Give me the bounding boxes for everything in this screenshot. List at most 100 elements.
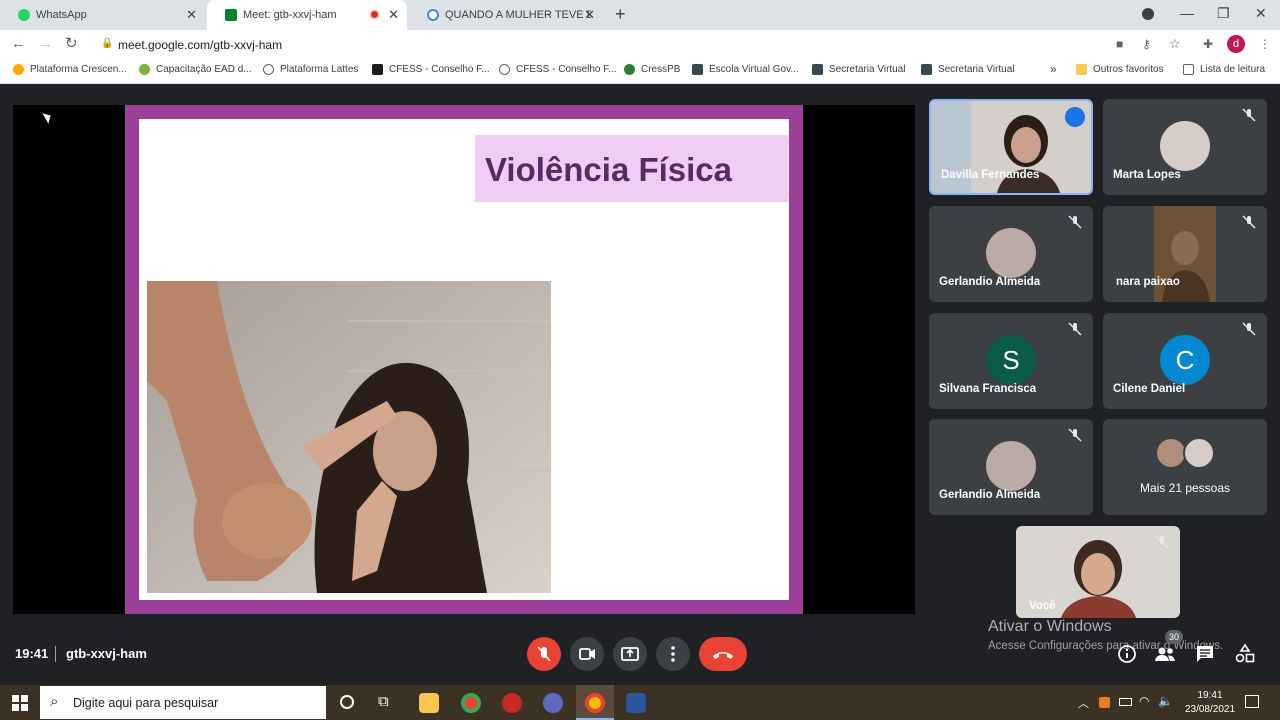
tray-clock[interactable]: 19:41 23/08/2021: [1180, 689, 1240, 717]
participant-tile[interactable]: Marta Lopes: [1103, 99, 1267, 195]
bookmark-item[interactable]: Secretaria Virtual: [812, 64, 906, 75]
more-participants-tile[interactable]: Mais 21 pessoas: [1103, 419, 1267, 515]
bookmark-item[interactable]: Escola Virtual Gov...: [692, 64, 799, 75]
presentation-stage: Violência Física: [13, 105, 915, 614]
bookmark-item[interactable]: Plataforma Lattes: [263, 64, 358, 75]
tray-chevron-icon[interactable]: ︿: [1078, 695, 1089, 711]
forward-icon[interactable]: →: [38, 35, 53, 53]
more-vertical-icon: [671, 646, 675, 662]
search-icon: ⌕: [50, 693, 59, 710]
bookmark-icon: [13, 64, 24, 75]
activities-icon[interactable]: [1233, 642, 1257, 666]
minimize-button[interactable]: —: [1180, 5, 1194, 21]
slide-photo: [147, 281, 551, 593]
bookmark-item[interactable]: CFESS - Conselho F...: [372, 64, 490, 75]
chrome-icon[interactable]: [461, 693, 481, 713]
folder-icon: [1076, 64, 1087, 75]
participant-name: Davilla Fernandes: [941, 169, 1040, 181]
present-screen-icon: [621, 647, 639, 661]
battery-icon[interactable]: [1119, 698, 1132, 706]
chrome-icon[interactable]: [585, 693, 605, 713]
mic-off-icon: [1242, 215, 1256, 229]
bookmarks-bar: Plataforma Crescen... Capacitação EAD d.…: [0, 58, 1280, 84]
back-icon[interactable]: ←: [11, 35, 26, 53]
participant-name: Gerlandio Almeida: [939, 489, 1041, 501]
url-text: meet.google.com/gtb-xxvj-ham: [118, 38, 283, 52]
participant-tile[interactable]: C Cilene Daniel: [1103, 313, 1267, 409]
windows-activation-title: Ativar o Windows: [988, 618, 1112, 635]
mic-off-icon: [1242, 322, 1256, 336]
close-window-button[interactable]: ✕: [1255, 5, 1267, 22]
participant-avatar: [1160, 121, 1210, 171]
windows-start-icon[interactable]: [12, 695, 28, 711]
extensions-icon[interactable]: ✚: [1203, 37, 1213, 51]
close-icon[interactable]: ✕: [388, 8, 399, 22]
windows-taskbar: ⌕ Digite aqui para pesquisar ⧉ ︿ ◠ 🔈 19:…: [0, 685, 1280, 720]
app-icon[interactable]: [502, 693, 522, 713]
taskbar-search-placeholder: Digite aqui para pesquisar: [73, 696, 219, 710]
present-screen-button[interactable]: [613, 637, 647, 671]
participant-tile[interactable]: Davilla Fernandes: [929, 99, 1093, 195]
people-icon[interactable]: [1153, 642, 1177, 666]
other-favorites-folder[interactable]: Outros favoritos: [1076, 64, 1164, 75]
globe-icon: [499, 64, 510, 75]
participant-tile[interactable]: Gerlandio Almeida: [929, 419, 1093, 515]
tab-search-icon[interactable]: [1142, 8, 1154, 20]
chat-icon[interactable]: [1193, 642, 1217, 666]
camera-button[interactable]: [570, 637, 604, 671]
meeting-code: gtb-xxvj-ham: [66, 646, 147, 661]
wifi-icon[interactable]: ◠: [1139, 694, 1149, 708]
bookmark-item[interactable]: CFESS - Conselho F...: [499, 64, 617, 75]
video-camera-icon: [579, 648, 595, 660]
more-participants-label: Mais 21 pessoas: [1139, 481, 1231, 495]
bookmark-item[interactable]: Plataforma Crescen...: [13, 64, 127, 75]
new-tab-button[interactable]: +: [615, 4, 626, 25]
menu-icon[interactable]: ⋮: [1259, 37, 1271, 51]
profile-avatar[interactable]: d: [1227, 35, 1245, 53]
maximize-button[interactable]: ❐: [1217, 5, 1230, 22]
bookmark-item[interactable]: CressPB: [624, 64, 680, 75]
participant-tile[interactable]: nara paixao: [1103, 206, 1267, 302]
tab-meet[interactable]: Meet: gtb-xxvj-ham ✕: [207, 0, 407, 30]
star-icon[interactable]: ☆: [1169, 36, 1181, 52]
word-icon[interactable]: [626, 693, 646, 713]
task-view-icon[interactable]: ⧉: [378, 693, 389, 710]
leave-call-button[interactable]: [699, 637, 747, 671]
notifications-icon[interactable]: [1245, 695, 1259, 708]
reload-icon[interactable]: ↻: [65, 35, 78, 53]
slide-frame: Violência Física: [125, 105, 803, 614]
volume-icon[interactable]: 🔈: [1158, 694, 1173, 708]
meet-app: Violência Física Davilla Fernandes Marta…: [0, 85, 1280, 685]
meeting-clock: 19:41: [15, 646, 49, 661]
tab-google-search[interactable]: QUANDO A MULHER TEVE DIREITO ✕: [409, 0, 603, 30]
mic-off-icon: [1068, 428, 1082, 442]
cortana-icon[interactable]: [340, 695, 354, 709]
bookmark-item[interactable]: Capacitação EAD d...: [139, 64, 252, 75]
key-icon[interactable]: ⚷: [1142, 37, 1151, 51]
globe-icon: [263, 64, 274, 75]
close-icon[interactable]: ✕: [584, 8, 595, 22]
participant-tile[interactable]: S Silvana Francisca: [929, 313, 1093, 409]
more-options-button[interactable]: [656, 637, 690, 671]
meet-icon: [225, 9, 237, 21]
address-bar[interactable]: 🔒 meet.google.com/gtb-xxvj-ham: [92, 32, 1102, 56]
microphone-button[interactable]: [527, 637, 561, 671]
mic-off-icon: [1068, 215, 1082, 229]
participant-tile[interactable]: Gerlandio Almeida: [929, 206, 1093, 302]
app-icon[interactable]: [543, 693, 563, 713]
file-explorer-icon[interactable]: [419, 693, 439, 713]
participant-avatar: S: [986, 335, 1036, 385]
lock-icon[interactable]: 🔒: [101, 38, 113, 49]
info-icon[interactable]: [1115, 642, 1139, 666]
taskbar-search-box[interactable]: ⌕ Digite aqui para pesquisar: [40, 686, 326, 719]
camera-icon[interactable]: ■: [1116, 37, 1123, 51]
self-view-tile[interactable]: Você: [1016, 526, 1180, 618]
tray-app-icon[interactable]: [1099, 697, 1110, 708]
more-bookmarks-button[interactable]: »: [1050, 62, 1057, 76]
tab-whatsapp[interactable]: WhatsApp ✕: [0, 0, 205, 30]
mic-off-icon: [1242, 108, 1256, 122]
close-icon[interactable]: ✕: [186, 8, 197, 22]
divider: [55, 646, 56, 662]
reading-list-button[interactable]: Lista de leitura: [1183, 64, 1265, 75]
bookmark-item[interactable]: Secretaria Virtual: [921, 64, 1015, 75]
